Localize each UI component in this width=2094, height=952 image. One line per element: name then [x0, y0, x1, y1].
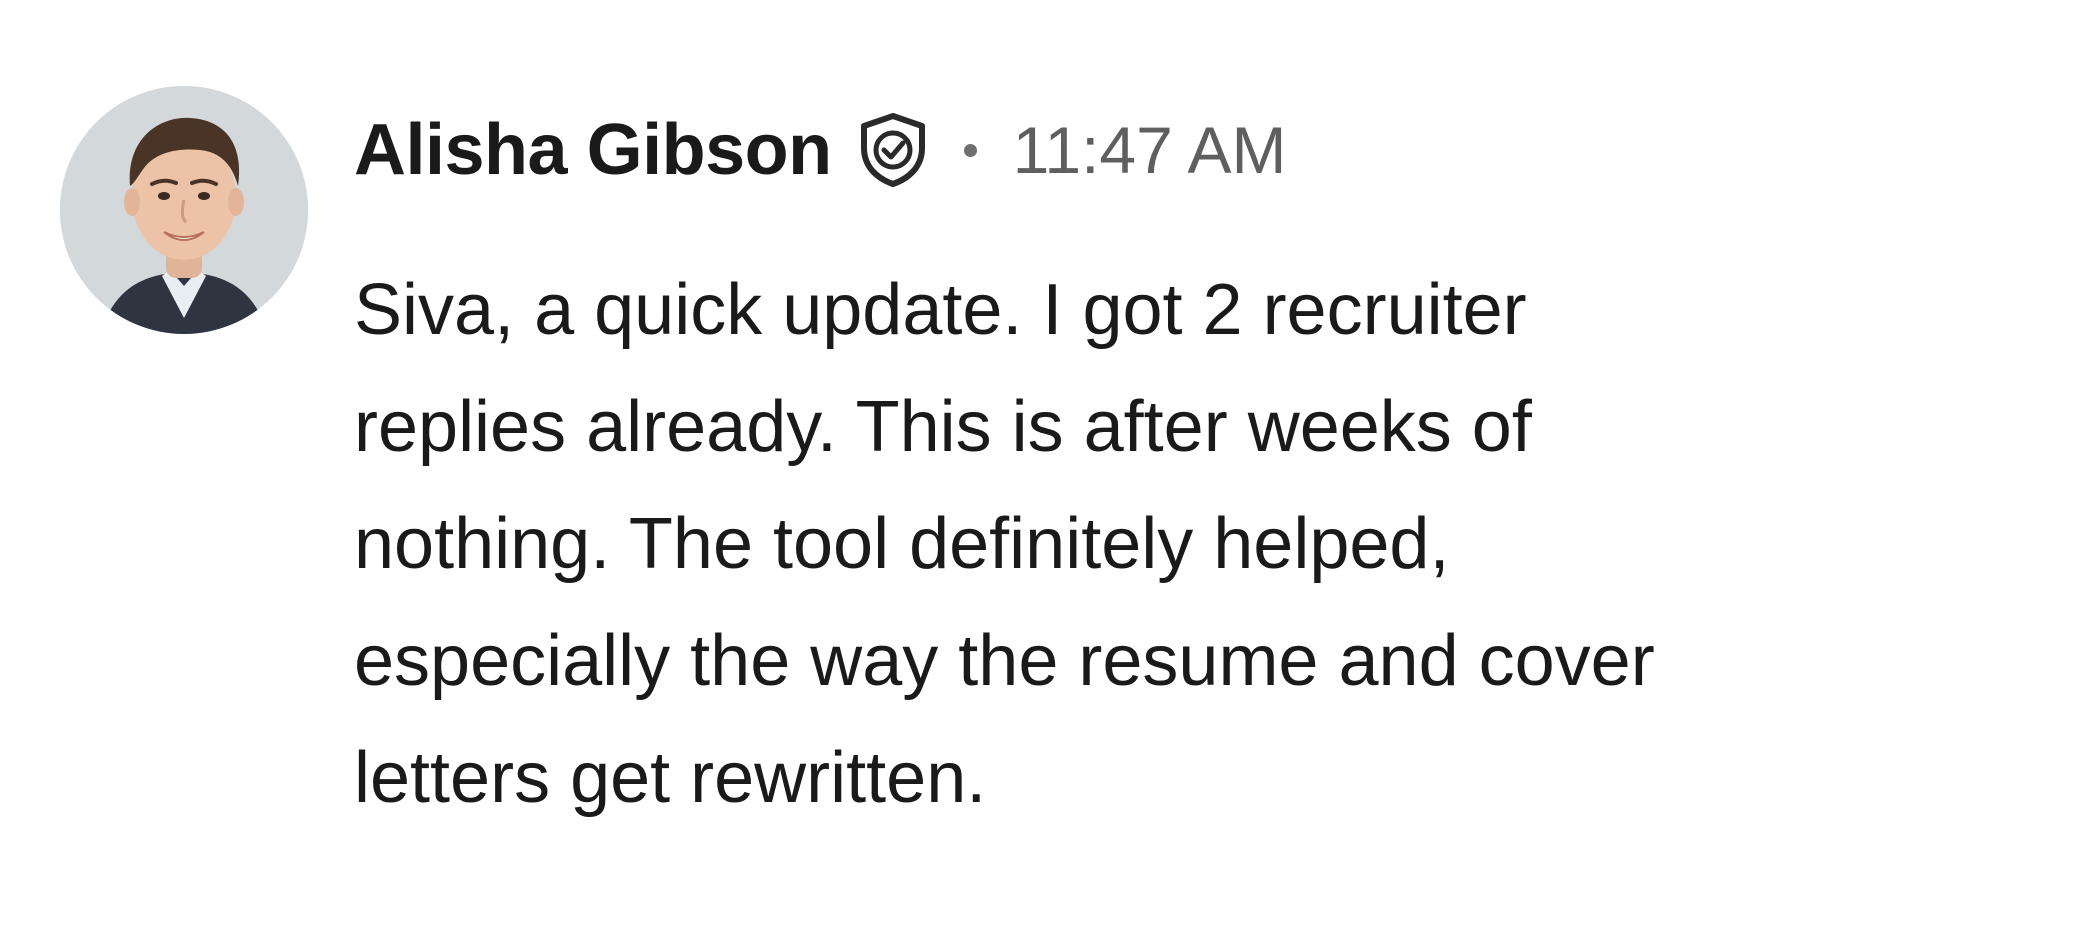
chat-message: Alisha Gibson 11:47 AM Siva, a quick upd… [0, 0, 2094, 952]
author-name[interactable]: Alisha Gibson [354, 109, 832, 191]
message-content: Alisha Gibson 11:47 AM Siva, a quick upd… [354, 100, 1994, 837]
avatar[interactable] [60, 86, 308, 334]
separator-dot [963, 143, 977, 157]
message-body-line: replies already. This is after weeks of [354, 387, 1532, 467]
message-header: Alisha Gibson 11:47 AM [354, 100, 1994, 200]
message-body-line: Siva, a quick update. I got 2 recruiter [354, 270, 1527, 350]
message-body: Siva, a quick update. I got 2 recruiter … [354, 252, 1914, 837]
message-timestamp: 11:47 AM [1012, 113, 1287, 187]
message-body-line: letters get rewritten. [354, 738, 987, 818]
avatar-photo [60, 86, 308, 334]
message-body-line: nothing. The tool definitely helped, [354, 504, 1450, 584]
verified-shield-check-icon [858, 112, 928, 188]
message-body-line: especially the way the resume and cover [354, 621, 1655, 701]
